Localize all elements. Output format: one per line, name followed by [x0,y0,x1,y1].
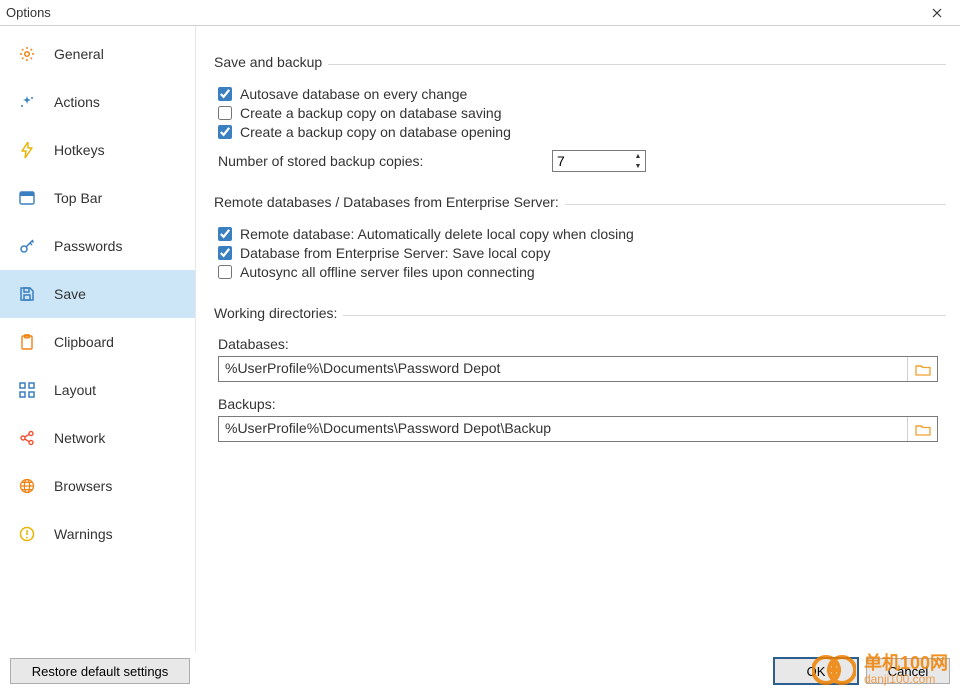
sidebar-item-actions[interactable]: Actions [0,78,195,126]
sidebar-item-browsers[interactable]: Browsers [0,462,195,510]
sidebar-item-label: Warnings [54,526,113,542]
backup-on-open-label[interactable]: Create a backup copy on database opening [240,124,511,140]
backup-on-open-checkbox[interactable] [218,125,232,139]
sidebar-item-network[interactable]: Network [0,414,195,462]
clipboard-icon [18,333,36,351]
num-copies-input[interactable] [553,151,631,171]
folder-icon[interactable] [907,417,937,441]
group-working-dirs: Working directories: Databases: %UserPro… [210,315,946,464]
close-icon[interactable] [920,0,954,26]
sidebar-item-label: Browsers [54,478,112,494]
group-save-backup: Save and backup Autosave database on eve… [210,64,946,180]
backups-dir-label: Backups: [218,396,942,412]
remote-autodelete-checkbox[interactable] [218,227,232,241]
sidebar-item-label: Actions [54,94,100,110]
enterprise-local-label[interactable]: Database from Enterprise Server: Save lo… [240,245,550,261]
restore-defaults-button[interactable]: Restore default settings [10,658,190,684]
globe-icon [18,477,36,495]
sidebar-item-save[interactable]: Save [0,270,195,318]
bolt-icon [18,141,36,159]
num-copies-spinbox[interactable]: ▲ ▼ [552,150,646,172]
sidebar-item-topbar[interactable]: Top Bar [0,174,195,222]
autosave-label[interactable]: Autosave database on every change [240,86,467,102]
window-title: Options [6,5,51,20]
content-pane: Save and backup Autosave database on eve… [196,26,960,652]
sidebar-item-warnings[interactable]: Warnings [0,510,195,558]
warning-icon [18,525,36,543]
sidebar: General Actions Hotkeys Top Bar Password… [0,26,196,652]
sidebar-item-label: General [54,46,104,62]
sidebar-item-hotkeys[interactable]: Hotkeys [0,126,195,174]
databases-dir-label: Databases: [218,336,942,352]
ok-button[interactable]: OK [774,658,858,684]
sidebar-item-label: Passwords [54,238,122,254]
dialog-footer: Restore default settings OK Cancel [0,654,960,694]
sidebar-item-label: Layout [54,382,96,398]
databases-dir-path[interactable]: %UserProfile%\Documents\Password Depot [219,357,907,381]
group-remote: Remote databases / Databases from Enterp… [210,204,946,291]
group-legend: Working directories: [208,305,343,321]
autosync-label[interactable]: Autosync all offline server files upon c… [240,264,535,280]
group-legend: Save and backup [208,54,328,70]
sidebar-item-general[interactable]: General [0,30,195,78]
sidebar-item-label: Hotkeys [54,142,105,158]
save-icon [18,285,36,303]
gear-icon [18,45,36,63]
group-legend: Remote databases / Databases from Enterp… [208,194,565,210]
enterprise-local-checkbox[interactable] [218,246,232,260]
sidebar-item-layout[interactable]: Layout [0,366,195,414]
num-copies-label: Number of stored backup copies: [218,153,552,169]
spin-down-icon[interactable]: ▼ [631,161,645,171]
sparkle-icon [18,93,36,111]
spin-up-icon[interactable]: ▲ [631,151,645,161]
remote-autodelete-label[interactable]: Remote database: Automatically delete lo… [240,226,634,242]
sidebar-item-label: Save [54,286,86,302]
autosave-checkbox[interactable] [218,87,232,101]
sidebar-item-label: Top Bar [54,190,102,206]
cancel-button[interactable]: Cancel [866,658,950,684]
sidebar-item-clipboard[interactable]: Clipboard [0,318,195,366]
share-icon [18,429,36,447]
backup-on-save-label[interactable]: Create a backup copy on database saving [240,105,502,121]
sidebar-item-label: Clipboard [54,334,114,350]
grid-icon [18,381,36,399]
backups-dir-path[interactable]: %UserProfile%\Documents\Password Depot\B… [219,417,907,441]
autosync-checkbox[interactable] [218,265,232,279]
layout-top-icon [18,189,36,207]
window-titlebar: Options [0,0,960,26]
databases-dir-field[interactable]: %UserProfile%\Documents\Password Depot [218,356,938,382]
sidebar-item-label: Network [54,430,105,446]
folder-icon[interactable] [907,357,937,381]
backup-on-save-checkbox[interactable] [218,106,232,120]
backups-dir-field[interactable]: %UserProfile%\Documents\Password Depot\B… [218,416,938,442]
key-icon [18,237,36,255]
sidebar-item-passwords[interactable]: Passwords [0,222,195,270]
